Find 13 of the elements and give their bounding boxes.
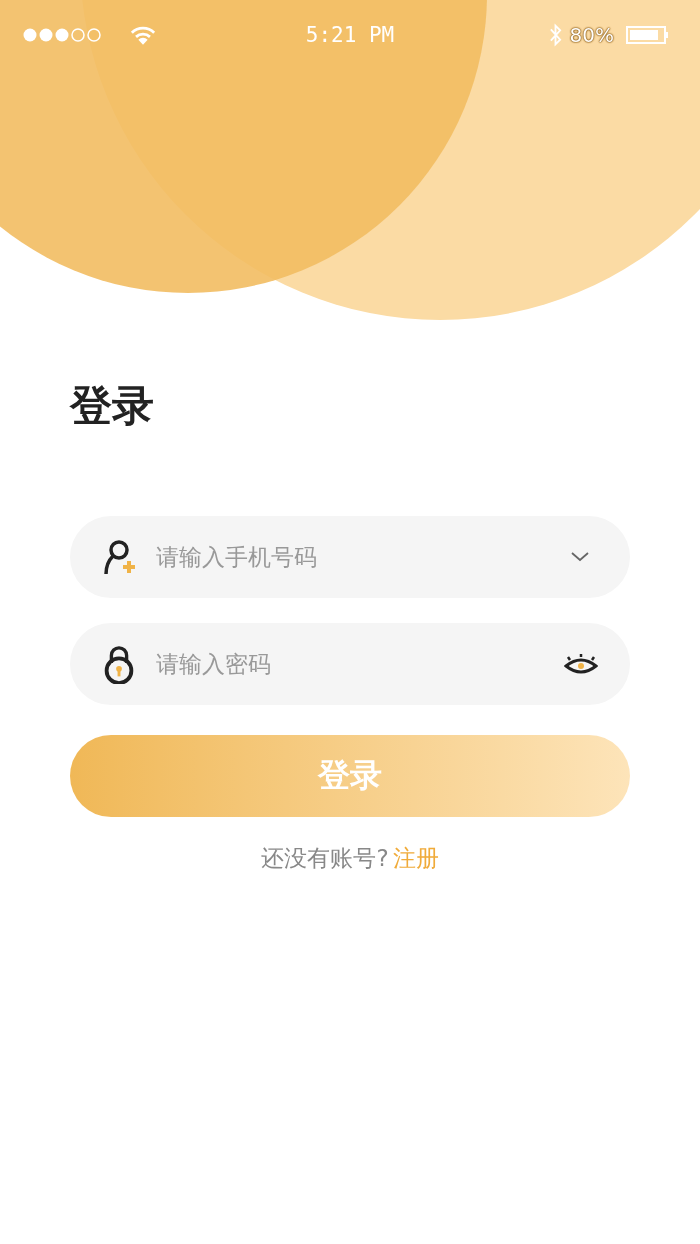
bluetooth-icon xyxy=(548,23,562,47)
input-field[interactable]: 请输入手机号码 xyxy=(70,516,630,598)
eye-icon[interactable] xyxy=(564,652,598,676)
battery-icon xyxy=(626,26,668,44)
input-field[interactable]: 请输入密码 xyxy=(70,623,630,705)
login-button[interactable]: 登录 xyxy=(70,735,630,817)
wifi-icon xyxy=(130,24,156,46)
page-title: 登录 xyxy=(70,380,155,432)
status-time: 5:21 PM xyxy=(305,23,395,47)
register-link[interactable]: 注册 xyxy=(392,843,439,874)
register-prompt: 还没有账号? xyxy=(261,844,389,873)
battery-percent: 80% xyxy=(569,23,614,47)
chevron-down-icon[interactable] xyxy=(570,551,590,563)
